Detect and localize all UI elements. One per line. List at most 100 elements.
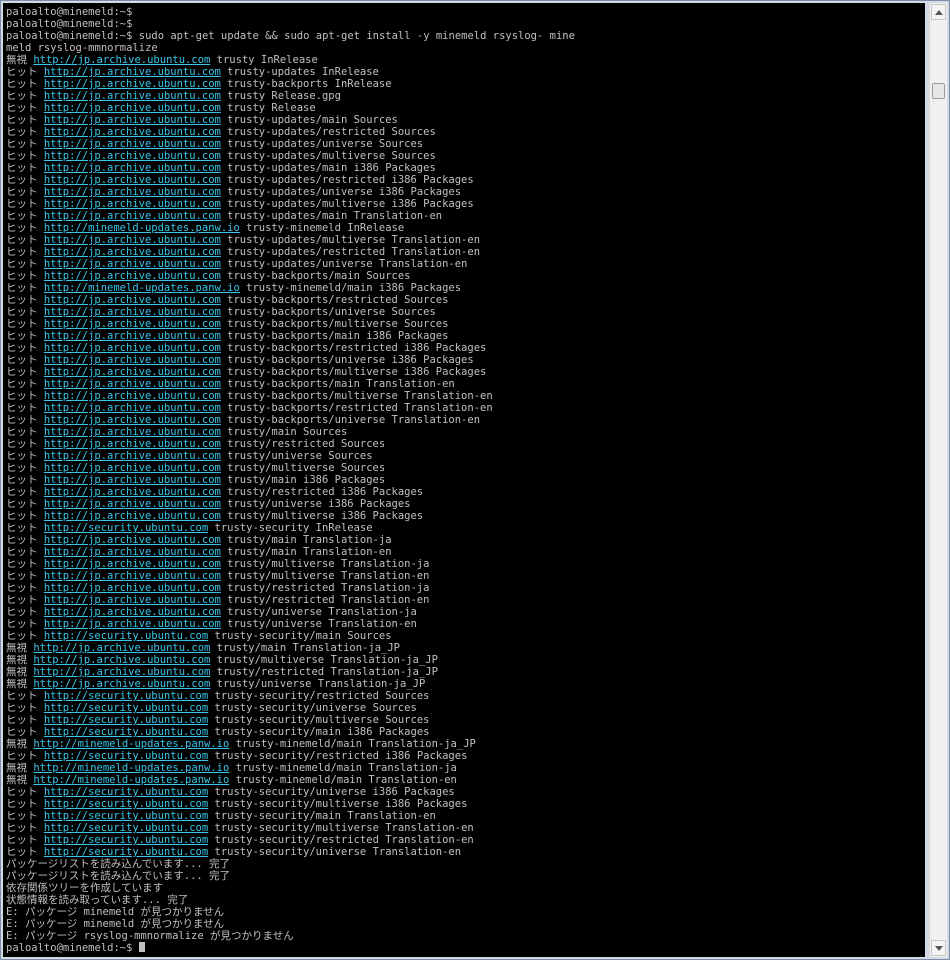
line-detail: trusty/universe Translation-ja xyxy=(220,606,417,618)
text-cursor xyxy=(138,942,145,952)
repo-url-link[interactable]: http://jp.archive.ubuntu.com xyxy=(44,270,221,282)
repo-url-link[interactable]: http://jp.archive.ubuntu.com xyxy=(44,126,221,138)
line-detail: trusty-backports/universe Translation-en xyxy=(220,414,481,426)
repo-url-link[interactable]: http://jp.archive.ubuntu.com xyxy=(44,174,221,186)
repo-url-link[interactable]: http://security.ubuntu.com xyxy=(44,822,208,834)
terminal-line: E: パッケージ minemeld が見つかりません xyxy=(6,918,575,930)
line-status: ヒット xyxy=(6,378,44,390)
repo-url-link[interactable]: http://security.ubuntu.com xyxy=(44,726,208,738)
repo-url-link[interactable]: http://jp.archive.ubuntu.com xyxy=(44,78,221,90)
repo-url-link[interactable]: http://jp.archive.ubuntu.com xyxy=(44,162,221,174)
line-status: ヒット xyxy=(6,222,44,234)
line-text: paloalto@minemeld:~$ xyxy=(6,18,133,30)
repo-url-link[interactable]: http://jp.archive.ubuntu.com xyxy=(44,294,221,306)
repo-url-link[interactable]: http://jp.archive.ubuntu.com xyxy=(33,54,210,66)
repo-url-link[interactable]: http://jp.archive.ubuntu.com xyxy=(44,138,221,150)
repo-url-link[interactable]: http://minemeld-updates.panw.io xyxy=(33,738,229,750)
terminal-output[interactable]: paloalto@minemeld:~$ paloalto@minemeld:~$… xyxy=(3,3,925,957)
line-status: ヒット xyxy=(6,546,44,558)
repo-url-link[interactable]: http://jp.archive.ubuntu.com xyxy=(33,666,210,678)
repo-url-link[interactable]: http://jp.archive.ubuntu.com xyxy=(44,462,221,474)
repo-url-link[interactable]: http://security.ubuntu.com xyxy=(44,750,208,762)
scroll-up-button[interactable] xyxy=(931,4,946,20)
repo-url-link[interactable]: http://jp.archive.ubuntu.com xyxy=(44,90,221,102)
repo-url-link[interactable]: http://security.ubuntu.com xyxy=(44,630,208,642)
line-status: ヒット xyxy=(6,402,44,414)
repo-url-link[interactable]: http://security.ubuntu.com xyxy=(44,522,208,534)
repo-url-link[interactable]: http://jp.archive.ubuntu.com xyxy=(44,102,221,114)
repo-url-link[interactable]: http://jp.archive.ubuntu.com xyxy=(44,582,221,594)
repo-url-link[interactable]: http://jp.archive.ubuntu.com xyxy=(44,546,221,558)
line-text: パッケージリストを読み込んでいます... 完了 xyxy=(6,870,231,882)
repo-url-link[interactable]: http://minemeld-updates.panw.io xyxy=(33,762,229,774)
repo-url-link[interactable]: http://jp.archive.ubuntu.com xyxy=(44,558,221,570)
repo-url-link[interactable]: http://security.ubuntu.com xyxy=(44,714,208,726)
repo-url-link[interactable]: http://jp.archive.ubuntu.com xyxy=(44,510,221,522)
repo-url-link[interactable]: http://jp.archive.ubuntu.com xyxy=(44,414,221,426)
repo-url-link[interactable]: http://jp.archive.ubuntu.com xyxy=(44,426,221,438)
terminal-line: 状態情報を読み取っています... 完了 xyxy=(6,894,575,906)
repo-url-link[interactable]: http://jp.archive.ubuntu.com xyxy=(44,618,221,630)
repo-url-link[interactable]: http://jp.archive.ubuntu.com xyxy=(44,594,221,606)
repo-url-link[interactable]: http://jp.archive.ubuntu.com xyxy=(44,234,221,246)
repo-url-link[interactable]: http://jp.archive.ubuntu.com xyxy=(44,474,221,486)
repo-url-link[interactable]: http://security.ubuntu.com xyxy=(44,690,208,702)
repo-url-link[interactable]: http://jp.archive.ubuntu.com xyxy=(33,678,210,690)
repo-url-link[interactable]: http://jp.archive.ubuntu.com xyxy=(44,534,221,546)
line-detail: trusty/restricted Translation-ja_JP xyxy=(210,666,438,678)
repo-url-link[interactable]: http://jp.archive.ubuntu.com xyxy=(44,402,221,414)
repo-url-link[interactable]: http://jp.archive.ubuntu.com xyxy=(44,318,221,330)
repo-url-link[interactable]: http://security.ubuntu.com xyxy=(44,702,208,714)
repo-url-link[interactable]: http://jp.archive.ubuntu.com xyxy=(44,438,221,450)
line-detail: trusty Release xyxy=(220,102,316,114)
repo-url-link[interactable]: http://jp.archive.ubuntu.com xyxy=(44,150,221,162)
repo-url-link[interactable]: http://jp.archive.ubuntu.com xyxy=(33,654,210,666)
repo-url-link[interactable]: http://jp.archive.ubuntu.com xyxy=(44,114,221,126)
terminal-line: 無視 http://jp.archive.ubuntu.com trusty/r… xyxy=(6,666,575,678)
line-detail: trusty/main Translation-ja_JP xyxy=(210,642,400,654)
repo-url-link[interactable]: http://jp.archive.ubuntu.com xyxy=(44,378,221,390)
terminal-line: ヒット http://security.ubuntu.com trusty-se… xyxy=(6,846,575,858)
scroll-thumb[interactable] xyxy=(932,83,945,99)
repo-url-link[interactable]: http://security.ubuntu.com xyxy=(44,798,208,810)
repo-url-link[interactable]: http://jp.archive.ubuntu.com xyxy=(44,486,221,498)
repo-url-link[interactable]: http://jp.archive.ubuntu.com xyxy=(44,258,221,270)
repo-url-link[interactable]: http://minemeld-updates.panw.io xyxy=(33,774,229,786)
repo-url-link[interactable]: http://jp.archive.ubuntu.com xyxy=(44,342,221,354)
line-text: paloalto@minemeld:~$ sudo apt-get update… xyxy=(6,30,575,42)
line-detail: trusty-backports/main Sources xyxy=(220,270,411,282)
terminal-line: ヒット http://jp.archive.ubuntu.com trusty/… xyxy=(6,546,575,558)
repo-url-link[interactable]: http://jp.archive.ubuntu.com xyxy=(44,198,221,210)
repo-url-link[interactable]: http://jp.archive.ubuntu.com xyxy=(44,66,221,78)
repo-url-link[interactable]: http://security.ubuntu.com xyxy=(44,810,208,822)
repo-url-link[interactable]: http://minemeld-updates.panw.io xyxy=(44,282,240,294)
repo-url-link[interactable]: http://jp.archive.ubuntu.com xyxy=(44,186,221,198)
repo-url-link[interactable]: http://security.ubuntu.com xyxy=(44,834,208,846)
repo-url-link[interactable]: http://jp.archive.ubuntu.com xyxy=(44,498,221,510)
terminal-line: ヒット http://security.ubuntu.com trusty-se… xyxy=(6,798,575,810)
repo-url-link[interactable]: http://security.ubuntu.com xyxy=(44,846,208,858)
repo-url-link[interactable]: http://jp.archive.ubuntu.com xyxy=(44,570,221,582)
repo-url-link[interactable]: http://jp.archive.ubuntu.com xyxy=(44,354,221,366)
terminal-line: ヒット http://jp.archive.ubuntu.com trusty/… xyxy=(6,450,575,462)
line-status: ヒット xyxy=(6,822,44,834)
terminal-line: ヒット http://jp.archive.ubuntu.com trusty/… xyxy=(6,426,575,438)
line-detail: trusty-updates/main Sources xyxy=(220,114,398,126)
vertical-scrollbar[interactable] xyxy=(929,3,947,957)
repo-url-link[interactable]: http://jp.archive.ubuntu.com xyxy=(44,210,221,222)
repo-url-link[interactable]: http://jp.archive.ubuntu.com xyxy=(44,606,221,618)
scroll-down-button[interactable] xyxy=(931,940,946,956)
repo-url-link[interactable]: http://jp.archive.ubuntu.com xyxy=(44,366,221,378)
terminal-line: ヒット http://jp.archive.ubuntu.com trusty/… xyxy=(6,510,575,522)
line-status: ヒット xyxy=(6,498,44,510)
repo-url-link[interactable]: http://security.ubuntu.com xyxy=(44,786,208,798)
line-status: ヒット xyxy=(6,90,44,102)
repo-url-link[interactable]: http://minemeld-updates.panw.io xyxy=(44,222,240,234)
repo-url-link[interactable]: http://jp.archive.ubuntu.com xyxy=(44,330,221,342)
line-status: ヒット xyxy=(6,66,44,78)
repo-url-link[interactable]: http://jp.archive.ubuntu.com xyxy=(33,642,210,654)
repo-url-link[interactable]: http://jp.archive.ubuntu.com xyxy=(44,450,221,462)
repo-url-link[interactable]: http://jp.archive.ubuntu.com xyxy=(44,390,221,402)
repo-url-link[interactable]: http://jp.archive.ubuntu.com xyxy=(44,306,221,318)
repo-url-link[interactable]: http://jp.archive.ubuntu.com xyxy=(44,246,221,258)
